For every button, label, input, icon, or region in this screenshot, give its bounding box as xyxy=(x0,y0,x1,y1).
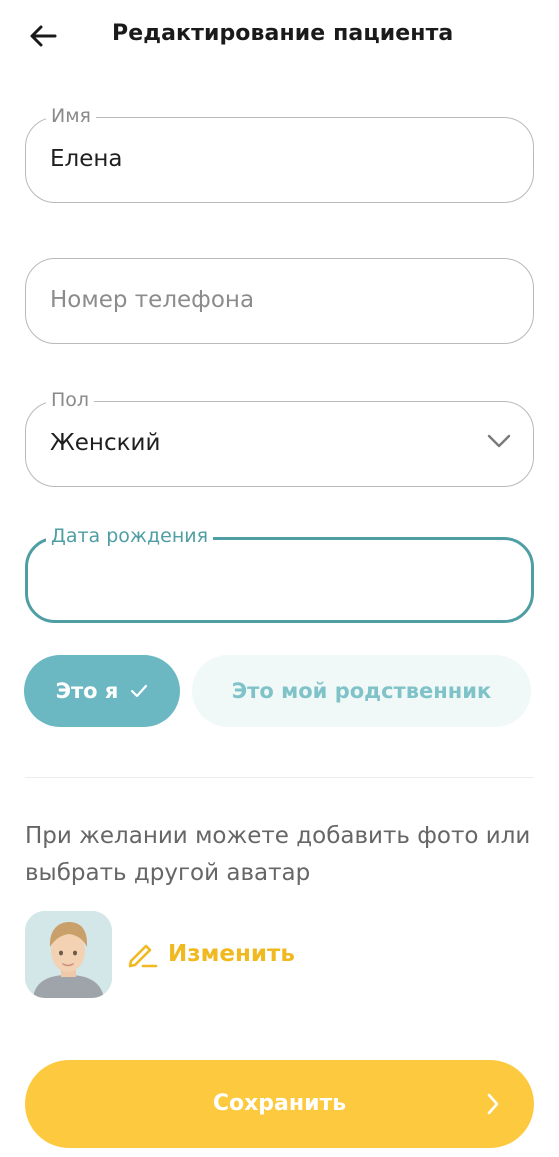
change-avatar-label: Изменить xyxy=(168,941,295,967)
avatar[interactable] xyxy=(25,911,112,998)
app-header: Редактирование пациента xyxy=(0,0,559,72)
avatar-hint-text: При желании можете добавить фото или выб… xyxy=(25,823,531,886)
name-field-value: Елена xyxy=(50,146,123,172)
this-is-me-label: Это я xyxy=(55,679,119,703)
chevron-right-icon xyxy=(487,1093,499,1115)
name-field[interactable]: Имя Елена xyxy=(25,104,534,203)
save-button-label: Сохранить xyxy=(212,1091,347,1116)
name-field-label: Имя xyxy=(46,104,96,128)
divider xyxy=(25,777,534,778)
gender-select-label: Пол xyxy=(46,388,95,412)
birth-date-field[interactable]: Дата рождения xyxy=(25,524,534,623)
arrow-left-icon xyxy=(30,25,57,47)
my-relative-chip[interactable]: Это мой родственник xyxy=(192,655,531,727)
phone-field[interactable]: Номер телефона xyxy=(25,258,534,344)
save-button[interactable]: Сохранить xyxy=(25,1060,534,1148)
check-icon xyxy=(131,684,148,698)
page-title: Редактирование пациента xyxy=(112,21,454,46)
chevron-down-icon xyxy=(487,434,511,448)
change-avatar-link[interactable]: Изменить xyxy=(126,939,295,969)
my-relative-label: Это мой родственник xyxy=(231,679,492,703)
this-is-me-chip[interactable]: Это я xyxy=(24,655,180,727)
back-button[interactable] xyxy=(24,16,64,56)
pencil-icon xyxy=(128,944,158,968)
phone-field-placeholder: Номер телефона xyxy=(50,287,255,313)
gender-select-value: Женский xyxy=(50,430,161,456)
gender-select[interactable]: Пол Женский xyxy=(25,388,534,487)
birth-date-field-label: Дата рождения xyxy=(46,524,214,548)
avatar-image xyxy=(25,911,112,998)
